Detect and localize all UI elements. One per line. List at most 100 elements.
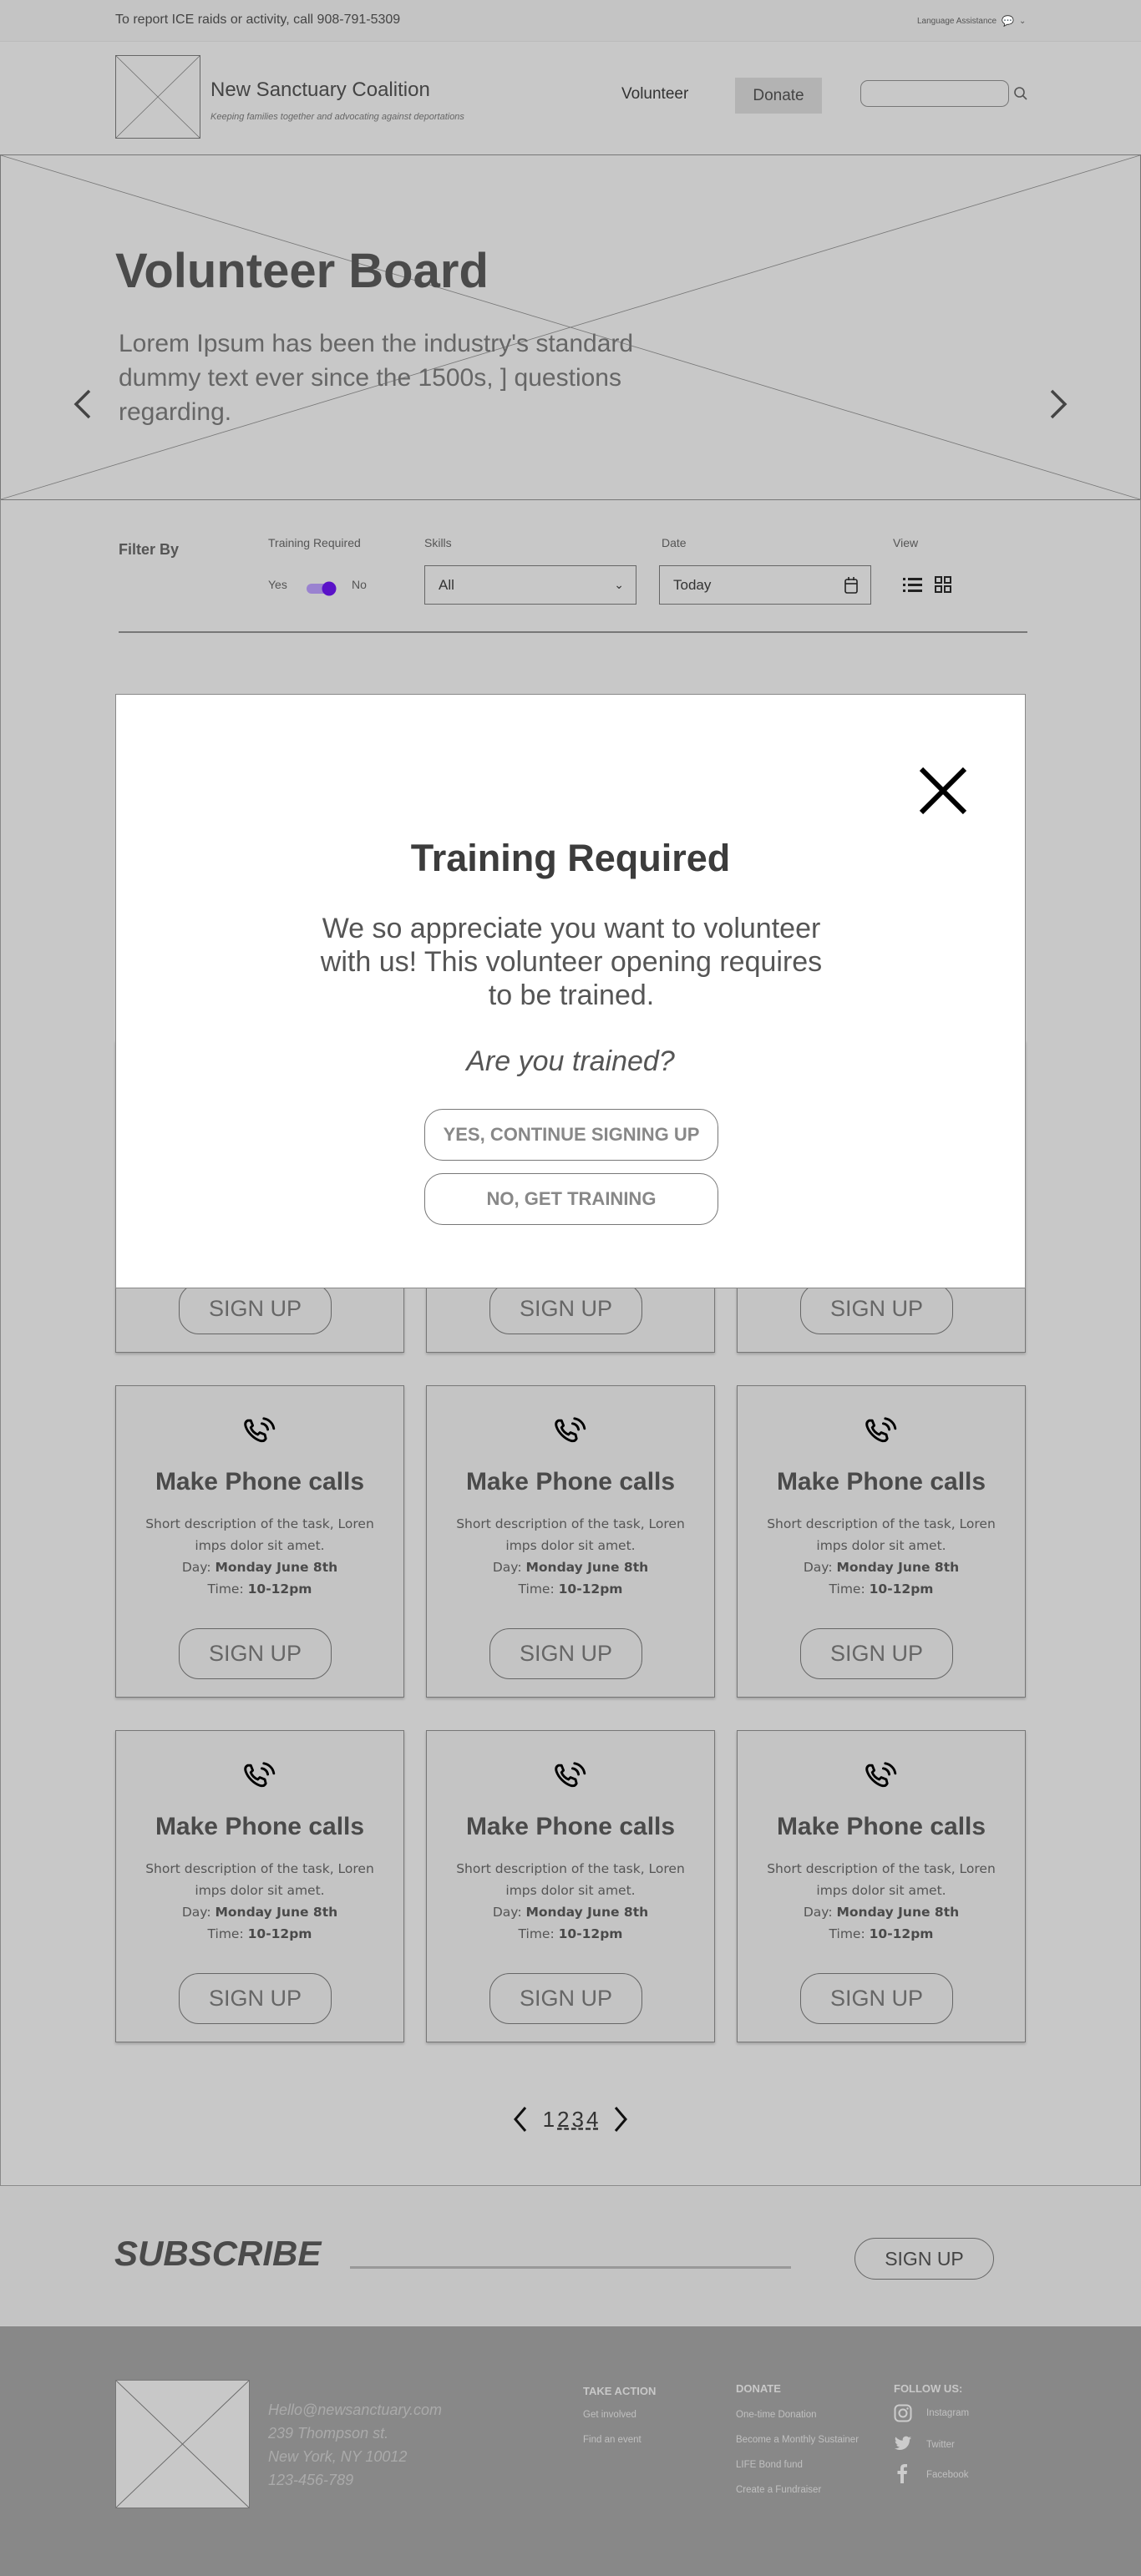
subscribe-title: SUBSCRIBE xyxy=(114,2234,322,2273)
card-sign-up-button[interactable]: SIGN UP xyxy=(800,1628,953,1679)
footer-link-facebook[interactable]: Facebook xyxy=(926,2470,969,2480)
page-link[interactable]: 4 xyxy=(586,2107,598,2133)
grid-view-icon[interactable] xyxy=(935,576,951,593)
card-sign-up-button[interactable]: SIGN UP xyxy=(179,1283,332,1334)
date-picker[interactable]: Today xyxy=(659,565,871,605)
card-title: Make Phone calls xyxy=(465,1468,676,1495)
phone-call-icon xyxy=(865,1417,897,1443)
page-link[interactable]: 3 xyxy=(572,2107,584,2133)
volunteer-card: Make Phone calls Short description of th… xyxy=(426,1730,715,2042)
skills-label: Skills xyxy=(424,536,452,549)
card-day: Monday June 8th xyxy=(525,1560,649,1575)
page-link[interactable]: 2 xyxy=(557,2107,569,2133)
card-description: Short description of the task, Loren imp… xyxy=(133,1858,387,1945)
skills-select[interactable]: All ⌄ xyxy=(424,565,636,605)
card-title: Make Phone calls xyxy=(465,1813,676,1840)
carousel-prev-icon[interactable] xyxy=(73,387,93,421)
footer-link-one-time-donation[interactable]: One-time Donation xyxy=(736,2410,817,2420)
footer-link-twitter[interactable]: Twitter xyxy=(926,2440,955,2450)
training-no-label: No xyxy=(352,578,367,591)
page-link[interactable]: 1 xyxy=(543,2107,555,2133)
card-sign-up-button[interactable]: SIGN UP xyxy=(489,1283,642,1334)
subscribe-sign-up-button[interactable]: SIGN UP xyxy=(854,2238,994,2280)
language-label: Language Assistance xyxy=(917,16,997,26)
card-desc-text: Short description of the task, Loren imp… xyxy=(767,1516,996,1553)
card-description: Short description of the task, Loren imp… xyxy=(754,1513,1008,1600)
card-description: Short description of the task, Loren imp… xyxy=(133,1513,387,1600)
modal-title: Training Required xyxy=(410,837,731,879)
card-desc-text: Short description of the task, Loren imp… xyxy=(145,1516,374,1553)
card-sign-up-button[interactable]: SIGN UP xyxy=(179,1973,332,2024)
pagination: 1234 xyxy=(0,2106,1141,2133)
card-time: 10-12pm xyxy=(247,1582,312,1597)
twitter-icon[interactable] xyxy=(894,2436,912,2452)
facebook-icon[interactable] xyxy=(896,2463,908,2483)
card-time: 10-12pm xyxy=(869,1926,934,1941)
footer-address-line2: New York, NY 10012 xyxy=(268,2448,408,2465)
volunteer-card: Make Phone calls Short description of th… xyxy=(737,1730,1026,2042)
follow-us-heading: FOLLOW US: xyxy=(894,2382,963,2395)
search-icon[interactable] xyxy=(1013,86,1028,101)
subscribe-section: SUBSCRIBE SIGN UP xyxy=(0,2187,1141,2325)
instagram-icon[interactable] xyxy=(894,2404,912,2422)
footer-link-create-fundraiser[interactable]: Create a Fundraiser xyxy=(736,2485,821,2495)
site-header: New Sanctuary Coalition Keeping families… xyxy=(0,42,1141,154)
card-day: Monday June 8th xyxy=(215,1560,338,1575)
logo-placeholder[interactable] xyxy=(115,55,200,139)
card-time: 10-12pm xyxy=(558,1926,623,1941)
footer-link-get-involved[interactable]: Get involved xyxy=(583,2410,636,2420)
view-label: View xyxy=(893,536,919,549)
footer-link-instagram[interactable]: Instagram xyxy=(926,2408,969,2418)
volunteer-card: Make Phone calls Short description of th… xyxy=(115,1730,404,2042)
card-sign-up-button[interactable]: SIGN UP xyxy=(489,1628,642,1679)
close-icon[interactable] xyxy=(918,766,968,816)
card-time-label: Time: xyxy=(518,1582,555,1597)
card-day: Monday June 8th xyxy=(836,1905,960,1920)
language-assistance-dropdown[interactable]: Language Assistance 💬 ⌄ xyxy=(917,15,1026,27)
modal-question: Are you trained? xyxy=(466,1045,675,1077)
date-value: Today xyxy=(673,576,712,593)
skills-value: All xyxy=(439,576,454,593)
footer-email[interactable]: Hello@newsanctuary.com xyxy=(268,2398,442,2422)
card-day: Monday June 8th xyxy=(836,1560,960,1575)
next-page-icon[interactable] xyxy=(613,2106,628,2133)
card-sign-up-button[interactable]: SIGN UP xyxy=(800,1973,953,2024)
brand-name[interactable]: New Sanctuary Coalition xyxy=(210,78,430,102)
card-day-label: Day: xyxy=(803,1905,833,1920)
yes-continue-button[interactable]: YES, CONTINUE SIGNING UP xyxy=(424,1109,718,1161)
card-description: Short description of the task, Loren imp… xyxy=(754,1858,1008,1945)
volunteer-card: Make Phone calls Short description of th… xyxy=(426,1385,715,1698)
no-get-training-button[interactable]: NO, GET TRAINING xyxy=(424,1173,718,1225)
card-sign-up-button[interactable]: SIGN UP xyxy=(179,1628,332,1679)
card-day-label: Day: xyxy=(492,1905,522,1920)
phone-call-icon xyxy=(865,1762,897,1788)
card-sign-up-button[interactable]: SIGN UP xyxy=(489,1973,642,2024)
prev-page-icon[interactable] xyxy=(513,2106,528,2133)
card-day: Monday June 8th xyxy=(525,1905,649,1920)
card-desc-text: Short description of the task, Loren imp… xyxy=(145,1861,374,1898)
footer-link-find-event[interactable]: Find an event xyxy=(583,2435,641,2445)
volunteer-card: Make Phone calls Short description of th… xyxy=(737,1385,1026,1698)
phone-call-icon xyxy=(555,1417,586,1443)
training-required-label: Training Required xyxy=(268,536,361,549)
training-required-toggle[interactable] xyxy=(306,581,339,596)
carousel-next-icon[interactable] xyxy=(1048,387,1068,421)
nav-volunteer[interactable]: Volunteer xyxy=(621,85,688,104)
filter-divider xyxy=(119,631,1027,633)
subscribe-email-input[interactable] xyxy=(350,2266,791,2269)
phone-call-icon xyxy=(555,1762,586,1788)
search-input[interactable] xyxy=(860,80,1009,107)
footer-link-life-bond-fund[interactable]: LIFE Bond fund xyxy=(736,2460,803,2470)
nav-donate-button[interactable]: Donate xyxy=(735,78,822,114)
card-title: Make Phone calls xyxy=(155,1468,365,1495)
list-view-icon[interactable] xyxy=(903,577,923,594)
calendar-icon[interactable] xyxy=(844,576,859,595)
footer-link-monthly-sustainer[interactable]: Become a Monthly Sustainer xyxy=(736,2435,859,2445)
card-day-label: Day: xyxy=(181,1905,211,1920)
card-description: Short description of the task, Loren imp… xyxy=(444,1858,697,1945)
card-day-label: Day: xyxy=(803,1560,833,1575)
card-sign-up-button[interactable]: SIGN UP xyxy=(800,1283,953,1334)
chevron-down-icon: ⌄ xyxy=(614,578,624,591)
brand-tagline: Keeping families together and advocating… xyxy=(210,112,464,122)
chevron-down-icon: ⌄ xyxy=(1019,16,1027,26)
